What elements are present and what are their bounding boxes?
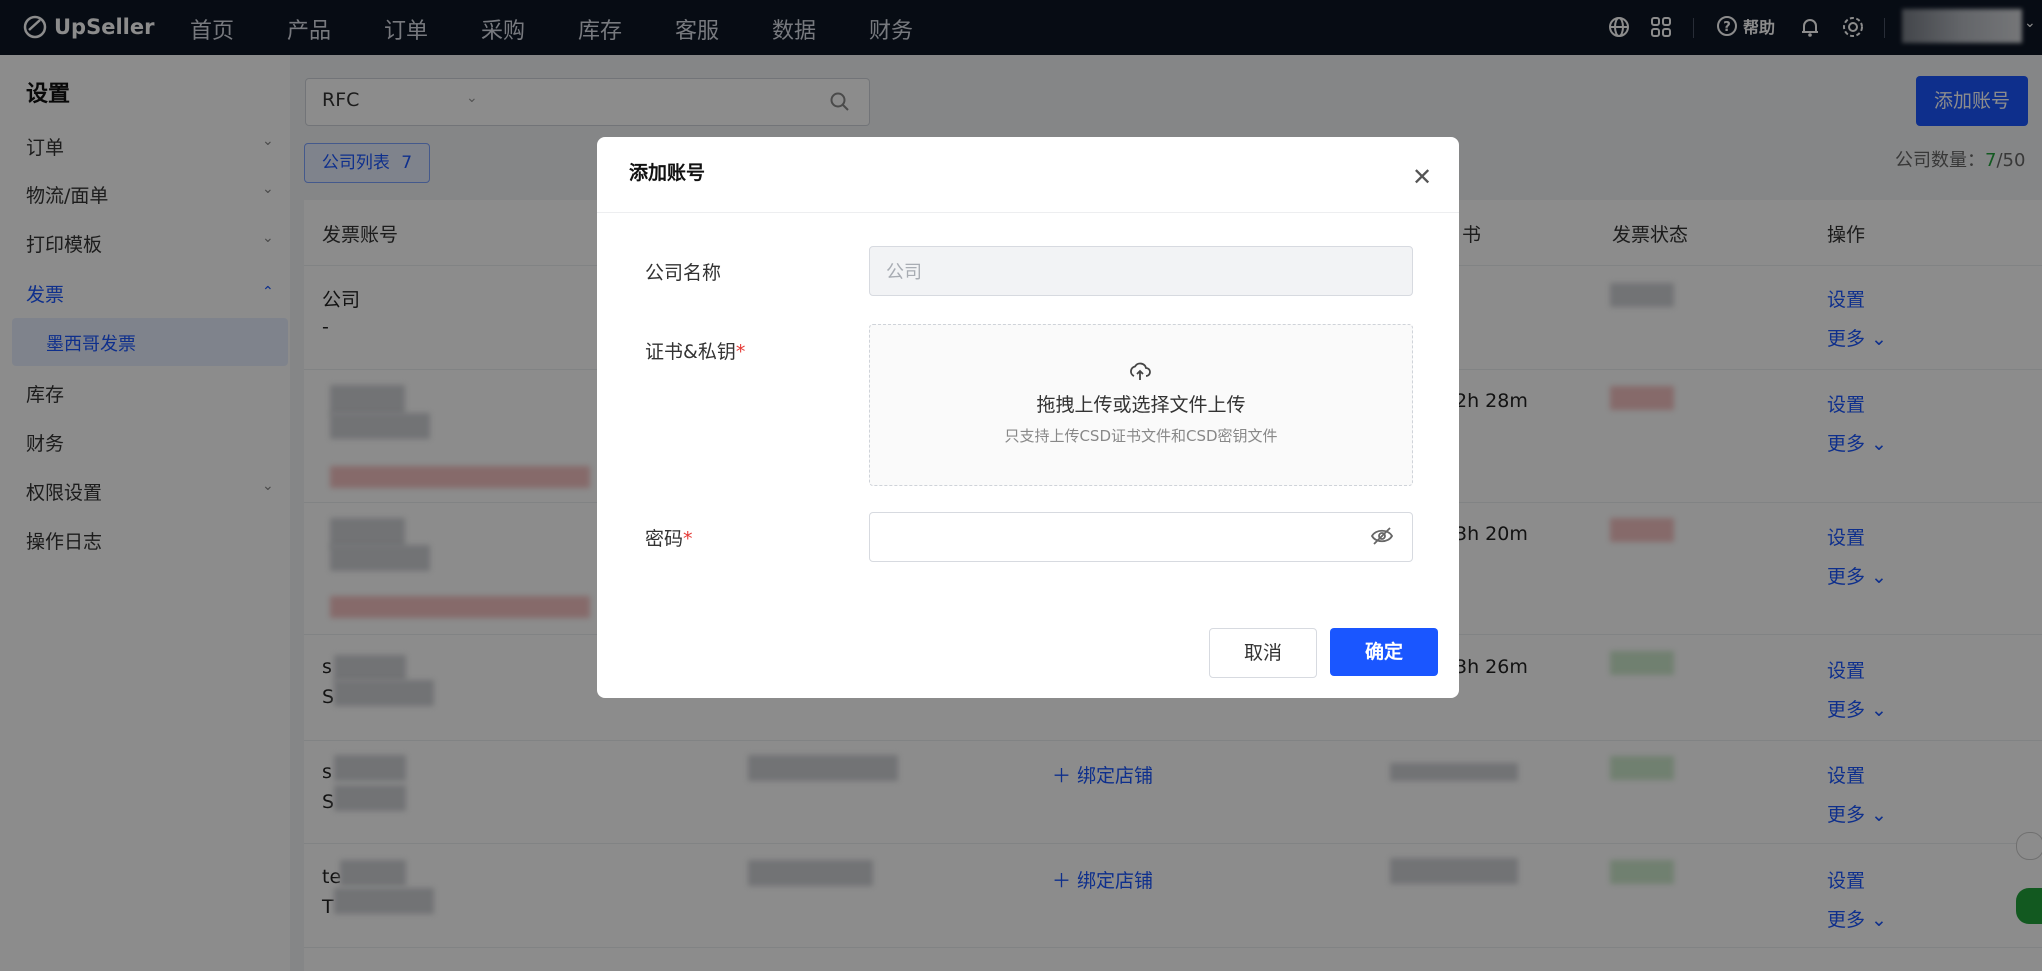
company-name-placeholder: 公司: [886, 262, 922, 283]
company-name-field: [869, 246, 1413, 296]
dialog-divider: [597, 212, 1459, 213]
password-label: 密码*: [645, 528, 693, 550]
cancel-button[interactable]: 取消: [1209, 628, 1317, 678]
cloud-upload-icon: [1130, 362, 1151, 380]
password-field[interactable]: [869, 512, 1413, 562]
dialog-title: 添加账号: [629, 162, 706, 184]
dropzone-text: 拖拽上传或选择文件上传: [1036, 394, 1246, 416]
eye-off-icon[interactable]: [1370, 524, 1394, 548]
certificate-label: 证书&私钥*: [645, 341, 746, 363]
confirm-button[interactable]: 确定: [1330, 628, 1438, 676]
close-icon[interactable]: ✕: [1412, 163, 1432, 191]
dropzone-hint: 只支持上传CSD证书文件和CSD密钥文件: [1004, 427, 1278, 445]
company-name-label: 公司名称: [645, 262, 722, 284]
